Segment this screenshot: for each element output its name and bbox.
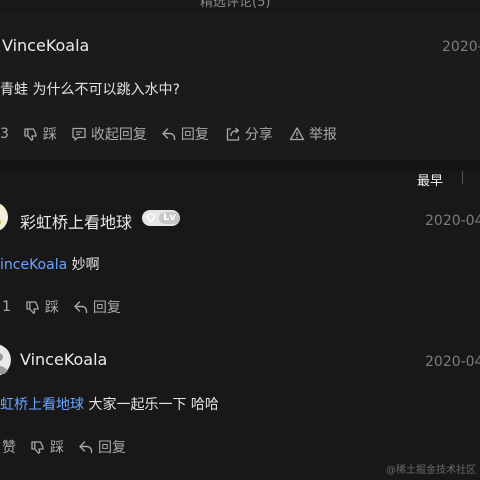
watermark: @稀土掘金技术社区 [386, 465, 476, 476]
reply-body: 妙啊 [67, 257, 100, 273]
main-comment-actions: 3 踩 收起回复 回复 分享 举报 [0, 124, 337, 144]
like-label: 赞 [2, 440, 16, 456]
dislike-button[interactable]: 踩 [30, 437, 64, 457]
main-comment-text: 青蛙 为什么不可以跳入水中? [0, 82, 180, 98]
warning-icon [289, 127, 305, 141]
share-icon [226, 127, 240, 141]
reply-actions: 1 踩 回复 [0, 297, 121, 317]
collapse-replies-button[interactable]: 收起回复 [71, 124, 147, 144]
collapse-replies-label: 收起回复 [90, 127, 147, 143]
thumbs-down-icon [26, 301, 39, 314]
report-button[interactable]: 举报 [289, 124, 337, 144]
avatar-image [0, 344, 11, 376]
main-comment-author[interactable]: VinceKoala [2, 36, 89, 55]
section-divider [0, 160, 480, 170]
like-button[interactable]: 赞 [2, 437, 16, 457]
comment-icon [72, 127, 86, 141]
main-comment-time: 2020-0 [442, 39, 480, 55]
reply-icon [162, 128, 176, 141]
mention-link[interactable]: inceKoala [0, 257, 67, 273]
avatar[interactable] [0, 202, 11, 232]
reply-icon [79, 441, 93, 454]
reply-button[interactable]: 回复 [73, 297, 121, 317]
like-count: 3 [0, 126, 9, 142]
thumbs-down-icon [24, 128, 37, 141]
like-button[interactable]: 1 [2, 299, 11, 315]
avatar-image [0, 203, 8, 231]
reply-button[interactable]: 回复 [161, 124, 209, 144]
mention-link[interactable]: 虹桥上看地球 [0, 397, 84, 413]
reply-text: 虹桥上看地球 大家一起乐一下 哈哈 [0, 394, 219, 414]
thumbs-down-icon [31, 441, 44, 454]
dislike-button[interactable]: 踩 [23, 124, 57, 144]
reply-time: 2020-04 [425, 213, 480, 229]
reply-label: 回复 [180, 127, 209, 143]
reply-text: inceKoala 妙啊 [0, 254, 100, 274]
comments-page: 精选评论(5) VinceKoala 2020-0 青蛙 为什么不可以跳入水中?… [0, 0, 480, 480]
avatar[interactable] [0, 344, 11, 376]
dislike-label: 踩 [50, 440, 64, 456]
diamond-icon [146, 213, 156, 223]
reply-body: 大家一起乐一下 哈哈 [84, 397, 219, 413]
reply-label: 回复 [92, 300, 121, 316]
section-title: 精选评论(5) [200, 0, 271, 10]
dislike-label: 踩 [44, 300, 59, 316]
reply-button[interactable]: 回复 [78, 437, 126, 457]
share-button[interactable]: 分享 [225, 124, 273, 144]
report-label: 举报 [308, 127, 337, 143]
reply-time: 2020-04 [425, 354, 480, 370]
dislike-label: 踩 [42, 127, 57, 143]
reply-label: 回复 [98, 440, 126, 456]
reply-actions: 赞 踩 回复 [0, 437, 126, 457]
share-label: 分享 [244, 127, 273, 143]
like-button[interactable]: 3 [0, 126, 9, 142]
dislike-button[interactable]: 踩 [25, 297, 59, 317]
sort-separator [462, 171, 463, 184]
like-count: 1 [2, 299, 11, 315]
level-label: Lv [159, 212, 180, 224]
reply-icon [74, 301, 88, 314]
reply-author[interactable]: VinceKoala [20, 350, 107, 369]
reply-author[interactable]: 彩虹桥上看地球 [20, 209, 132, 233]
sort-earliest-tab[interactable]: 最早 [417, 170, 443, 189]
level-badge: Lv [142, 210, 180, 226]
